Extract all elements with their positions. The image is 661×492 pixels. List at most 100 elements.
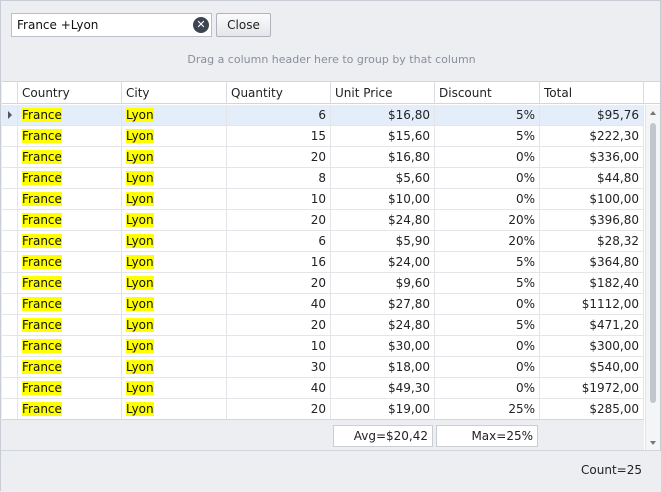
scroll-down-icon[interactable] [650, 441, 656, 445]
scroll-up-icon[interactable] [650, 111, 656, 115]
cell-city[interactable]: Lyon [122, 210, 227, 230]
cell-discount[interactable]: 0% [435, 336, 540, 356]
table-row[interactable]: France Lyon 6 $16,80 5% $95,76 [2, 105, 644, 126]
cell-unit-price[interactable]: $24,00 [331, 252, 435, 272]
cell-discount[interactable]: 0% [435, 294, 540, 314]
cell-unit-price[interactable]: $49,30 [331, 378, 435, 398]
table-row[interactable]: France Lyon 30 $18,00 0% $540,00 [2, 357, 644, 378]
cell-quantity[interactable]: 10 [227, 336, 331, 356]
cell-quantity[interactable]: 40 [227, 294, 331, 314]
cell-country[interactable]: France [18, 336, 122, 356]
cell-unit-price[interactable]: $24,80 [331, 210, 435, 230]
row-indicator[interactable] [2, 231, 18, 251]
cell-city[interactable]: Lyon [122, 315, 227, 335]
cell-country[interactable]: France [18, 210, 122, 230]
cell-total[interactable]: $100,00 [540, 189, 644, 209]
cell-quantity[interactable]: 20 [227, 147, 331, 167]
row-indicator[interactable] [2, 399, 18, 419]
table-row[interactable]: France Lyon 20 $19,00 25% $285,00 [2, 399, 644, 420]
cell-city[interactable]: Lyon [122, 399, 227, 419]
cell-country[interactable]: France [18, 315, 122, 335]
row-indicator[interactable] [2, 336, 18, 356]
row-indicator[interactable] [2, 105, 18, 125]
cell-discount[interactable]: 0% [435, 189, 540, 209]
cell-discount[interactable]: 5% [435, 105, 540, 125]
row-indicator[interactable] [2, 273, 18, 293]
cell-discount[interactable]: 0% [435, 147, 540, 167]
cell-total[interactable]: $396,80 [540, 210, 644, 230]
cell-quantity[interactable]: 16 [227, 252, 331, 272]
cell-unit-price[interactable]: $10,00 [331, 189, 435, 209]
table-row[interactable]: France Lyon 20 $9,60 5% $182,40 [2, 273, 644, 294]
row-indicator[interactable] [2, 147, 18, 167]
cell-country[interactable]: France [18, 168, 122, 188]
table-row[interactable]: France Lyon 15 $15,60 5% $222,30 [2, 126, 644, 147]
cell-total[interactable]: $95,76 [540, 105, 644, 125]
cell-total[interactable]: $1972,00 [540, 378, 644, 398]
close-button[interactable]: Close [216, 13, 271, 37]
cell-country[interactable]: France [18, 189, 122, 209]
cell-discount[interactable]: 0% [435, 378, 540, 398]
cell-quantity[interactable]: 6 [227, 231, 331, 251]
cell-quantity[interactable]: 10 [227, 189, 331, 209]
cell-total[interactable]: $540,00 [540, 357, 644, 377]
cell-country[interactable]: France [18, 378, 122, 398]
cell-discount[interactable]: 0% [435, 168, 540, 188]
cell-total[interactable]: $300,00 [540, 336, 644, 356]
cell-city[interactable]: Lyon [122, 168, 227, 188]
cell-city[interactable]: Lyon [122, 357, 227, 377]
cell-discount[interactable]: 20% [435, 210, 540, 230]
row-indicator[interactable] [2, 168, 18, 188]
cell-total[interactable]: $182,40 [540, 273, 644, 293]
cell-country[interactable]: France [18, 105, 122, 125]
cell-country[interactable]: France [18, 399, 122, 419]
cell-city[interactable]: Lyon [122, 147, 227, 167]
column-header-country[interactable]: Country [18, 82, 122, 104]
search-input[interactable]: France +Lyon [17, 18, 98, 32]
cell-city[interactable]: Lyon [122, 252, 227, 272]
cell-country[interactable]: France [18, 231, 122, 251]
row-indicator[interactable] [2, 357, 18, 377]
cell-city[interactable]: Lyon [122, 231, 227, 251]
cell-quantity[interactable]: 6 [227, 105, 331, 125]
cell-quantity[interactable]: 20 [227, 399, 331, 419]
cell-unit-price[interactable]: $24,80 [331, 315, 435, 335]
cell-country[interactable]: France [18, 294, 122, 314]
clear-search-icon[interactable]: ✕ [193, 17, 209, 33]
cell-quantity[interactable]: 20 [227, 315, 331, 335]
row-indicator[interactable] [2, 210, 18, 230]
row-indicator[interactable] [2, 315, 18, 335]
cell-discount[interactable]: 20% [435, 231, 540, 251]
cell-unit-price[interactable]: $5,60 [331, 168, 435, 188]
cell-quantity[interactable]: 30 [227, 357, 331, 377]
cell-discount[interactable]: 5% [435, 315, 540, 335]
table-row[interactable]: France Lyon 8 $5,60 0% $44,80 [2, 168, 644, 189]
row-indicator[interactable] [2, 378, 18, 398]
cell-total[interactable]: $364,80 [540, 252, 644, 272]
cell-city[interactable]: Lyon [122, 273, 227, 293]
cell-discount[interactable]: 5% [435, 273, 540, 293]
scrollbar-thumb[interactable] [650, 123, 656, 403]
cell-city[interactable]: Lyon [122, 189, 227, 209]
cell-country[interactable]: France [18, 126, 122, 146]
table-row[interactable]: France Lyon 40 $27,80 0% $1112,00 [2, 294, 644, 315]
cell-city[interactable]: Lyon [122, 105, 227, 125]
cell-total[interactable]: $1112,00 [540, 294, 644, 314]
column-header-unit-price[interactable]: Unit Price [331, 82, 435, 104]
cell-quantity[interactable]: 15 [227, 126, 331, 146]
cell-unit-price[interactable]: $16,80 [331, 147, 435, 167]
cell-country[interactable]: France [18, 252, 122, 272]
cell-total[interactable]: $336,00 [540, 147, 644, 167]
cell-country[interactable]: France [18, 273, 122, 293]
table-row[interactable]: France Lyon 10 $30,00 0% $300,00 [2, 336, 644, 357]
cell-discount[interactable]: 5% [435, 126, 540, 146]
column-header-quantity[interactable]: Quantity [227, 82, 331, 104]
cell-city[interactable]: Lyon [122, 336, 227, 356]
table-row[interactable]: France Lyon 20 $16,80 0% $336,00 [2, 147, 644, 168]
cell-country[interactable]: France [18, 357, 122, 377]
vertical-scrollbar[interactable] [645, 105, 660, 451]
search-panel[interactable]: France +Lyon ✕ [11, 13, 212, 37]
cell-discount[interactable]: 5% [435, 252, 540, 272]
table-row[interactable]: France Lyon 10 $10,00 0% $100,00 [2, 189, 644, 210]
cell-total[interactable]: $222,30 [540, 126, 644, 146]
